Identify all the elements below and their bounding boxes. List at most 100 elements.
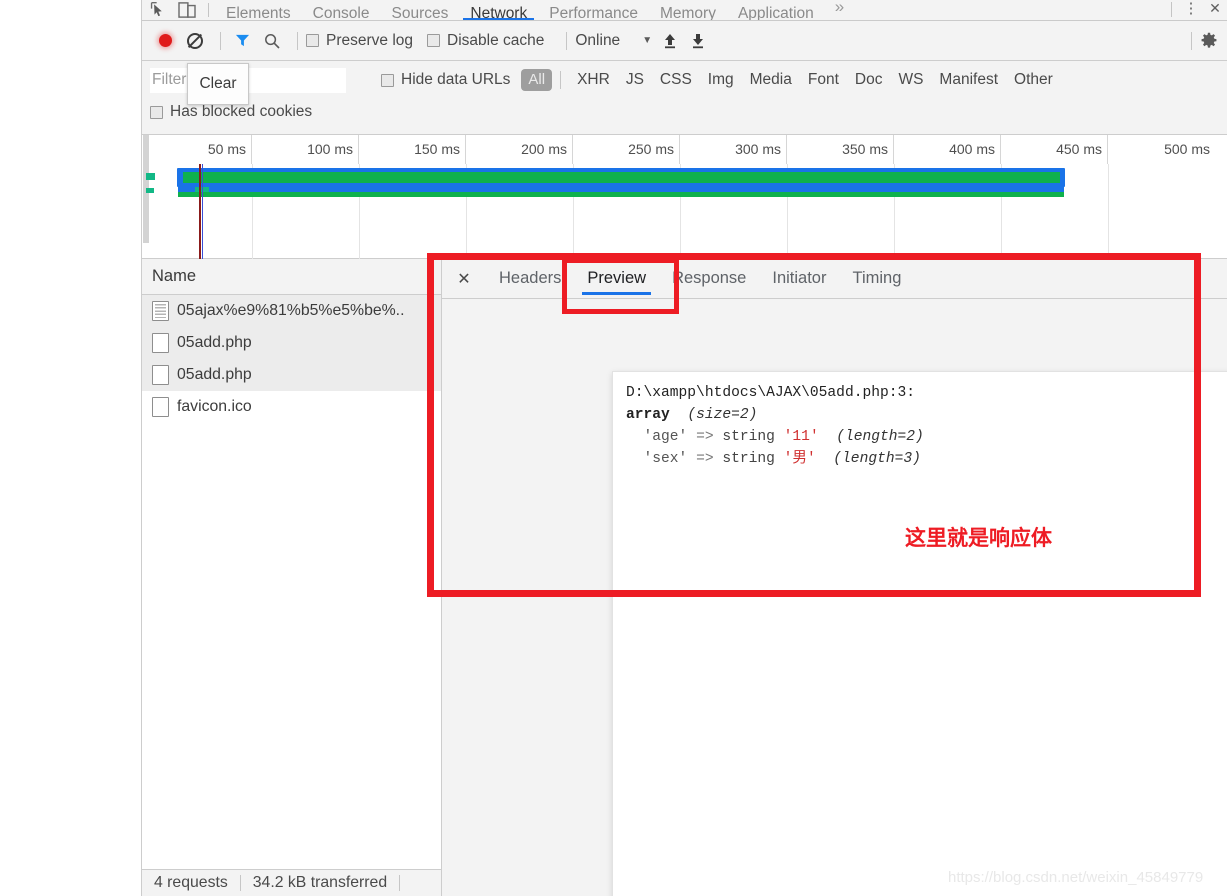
status-divider <box>239 875 241 891</box>
type-filter-ws[interactable]: WS <box>890 71 931 89</box>
record-button[interactable] <box>152 28 178 54</box>
request-name: 05ajax%e9%81%b5%e5%be%.. <box>177 302 405 319</box>
ruler-tick-350: 350 ms <box>787 135 894 164</box>
toolbar-divider-4 <box>1191 31 1192 50</box>
ruler-tick-150: 150 ms <box>359 135 466 164</box>
tabstrip-right-divider <box>1171 2 1172 17</box>
tab-overflow-icon[interactable]: » <box>825 0 854 20</box>
tab-memory[interactable]: Memory <box>649 0 727 20</box>
tab-preview[interactable]: Preview <box>574 259 659 299</box>
table-row[interactable]: 05ajax%e9%81%b5%e5%be%.. <box>142 295 441 327</box>
table-row[interactable]: 05add.php <box>142 359 441 391</box>
tab-application[interactable]: Application <box>727 0 825 20</box>
load-event-marker <box>202 164 203 259</box>
preview-content-card[interactable]: D:\xampp\htdocs\AJAX\05add.php:3: array … <box>612 371 1227 896</box>
has-blocked-cookies-label: Has blocked cookies <box>170 103 313 120</box>
waterfall-dot <box>146 188 154 193</box>
clear-button[interactable] <box>182 28 208 54</box>
hide-data-urls-label: Hide data URLs <box>401 71 511 88</box>
type-filter-other[interactable]: Other <box>1006 71 1061 89</box>
ruler-tick-450: 450 ms <box>1001 135 1108 164</box>
network-status-bar: 4 requests 34.2 kB transferred <box>142 869 442 896</box>
dump-key-0: 'age' <box>643 429 688 445</box>
devtools-tabstrip: Elements Console Sources Network Perform… <box>142 0 1227 21</box>
close-devtools-icon[interactable]: ✕ <box>1202 0 1227 20</box>
more-options-icon[interactable]: ⋮ <box>1180 0 1202 20</box>
disable-cache-checkbox-box <box>427 34 441 47</box>
ruler-tick-200: 200 ms <box>466 135 573 164</box>
has-blocked-cookies-checkbox[interactable]: Has blocked cookies <box>150 103 312 121</box>
dump-arrow-1: => <box>696 451 714 467</box>
network-overview[interactable]: 50 ms 100 ms 150 ms 200 ms 250 ms 300 ms… <box>142 135 1227 259</box>
page-gutter <box>0 0 141 896</box>
tab-initiator[interactable]: Initiator <box>759 259 839 299</box>
type-filter-all[interactable]: All <box>521 69 553 91</box>
requests-list: Name 05ajax%e9%81%b5%e5%be%.. 05add.php … <box>142 259 442 869</box>
tab-performance[interactable]: Performance <box>538 0 649 20</box>
detail-tabbar: ✕ Headers Preview Response Initiator Tim… <box>442 259 1227 299</box>
import-har-button[interactable] <box>656 28 684 54</box>
ruler-tick-label: 250 ms <box>628 141 674 157</box>
tab-timing[interactable]: Timing <box>839 259 914 299</box>
file-icon <box>152 397 169 417</box>
has-blocked-cookies-checkbox-box <box>150 105 163 119</box>
upload-icon <box>665 33 676 48</box>
dump-type-1: string <box>722 451 775 467</box>
type-filter-manifest[interactable]: Manifest <box>931 71 1006 89</box>
export-har-button[interactable] <box>684 28 712 54</box>
table-row[interactable]: favicon.ico <box>142 391 441 423</box>
device-toolbar-icon[interactable] <box>172 0 202 20</box>
funnel-icon <box>235 34 249 47</box>
tab-sources[interactable]: Sources <box>381 0 460 20</box>
gear-icon[interactable] <box>1200 32 1218 50</box>
type-filter-doc[interactable]: Doc <box>847 71 891 89</box>
dump-array-size: (size=2) <box>687 407 758 423</box>
throttling-select[interactable]: Online ▼ <box>575 32 652 50</box>
toolbar-right <box>1183 31 1227 50</box>
tab-network[interactable]: Network <box>459 0 538 20</box>
close-detail-icon[interactable]: ✕ <box>442 259 486 299</box>
table-row[interactable]: 05add.php <box>142 327 441 359</box>
request-name: 05add.php <box>177 334 252 351</box>
type-filter-media[interactable]: Media <box>742 71 800 89</box>
tab-console[interactable]: Console <box>302 0 381 20</box>
preserve-log-checkbox[interactable]: Preserve log <box>306 32 413 50</box>
request-count: 4 requests <box>154 874 228 891</box>
request-detail-pane: ✕ Headers Preview Response Initiator Tim… <box>442 259 1227 896</box>
type-filter-font[interactable]: Font <box>800 71 847 89</box>
search-button[interactable] <box>259 28 285 54</box>
hide-data-urls-checkbox[interactable]: Hide data URLs <box>381 71 510 89</box>
ruler-tick-label: 450 ms <box>1056 141 1102 157</box>
hide-data-urls-checkbox-box <box>381 73 394 87</box>
ruler-tick-label: 500 ms <box>1164 141 1210 157</box>
ruler-tick-400: 400 ms <box>894 135 1001 164</box>
file-icon <box>152 333 169 353</box>
devtools-panel: Elements Console Sources Network Perform… <box>141 0 1227 896</box>
search-icon <box>265 33 280 49</box>
devtools-screenshot: Elements Console Sources Network Perform… <box>0 0 1227 896</box>
var-dump-output: D:\xampp\htdocs\AJAX\05add.php:3: array … <box>626 382 924 470</box>
type-filter-xhr[interactable]: XHR <box>569 71 618 89</box>
grid-line <box>1108 164 1109 259</box>
ruler-tick-label: 200 ms <box>521 141 567 157</box>
disable-cache-checkbox[interactable]: Disable cache <box>427 32 544 50</box>
inspect-cursor-icon[interactable] <box>142 0 172 20</box>
tabstrip-right-controls: ⋮ ✕ <box>1171 0 1227 20</box>
type-filter-js[interactable]: JS <box>618 71 652 89</box>
type-filter-img[interactable]: Img <box>700 71 742 89</box>
ruler-tick-label: 100 ms <box>307 141 353 157</box>
tabstrip-divider <box>208 3 209 17</box>
column-header-name[interactable]: Name <box>142 259 441 295</box>
download-icon <box>693 33 704 48</box>
preserve-log-checkbox-box <box>306 34 319 47</box>
dump-length-1: (length=3) <box>833 451 921 467</box>
filter-button[interactable] <box>229 28 255 54</box>
type-filter-css[interactable]: CSS <box>652 71 700 89</box>
tab-elements[interactable]: Elements <box>215 0 302 20</box>
tab-response[interactable]: Response <box>659 259 759 299</box>
file-icon <box>152 365 169 385</box>
ruler-tick-label: 350 ms <box>842 141 888 157</box>
dump-array-label: array <box>626 407 670 423</box>
status-divider-2 <box>399 875 401 891</box>
tab-headers[interactable]: Headers <box>486 259 574 299</box>
